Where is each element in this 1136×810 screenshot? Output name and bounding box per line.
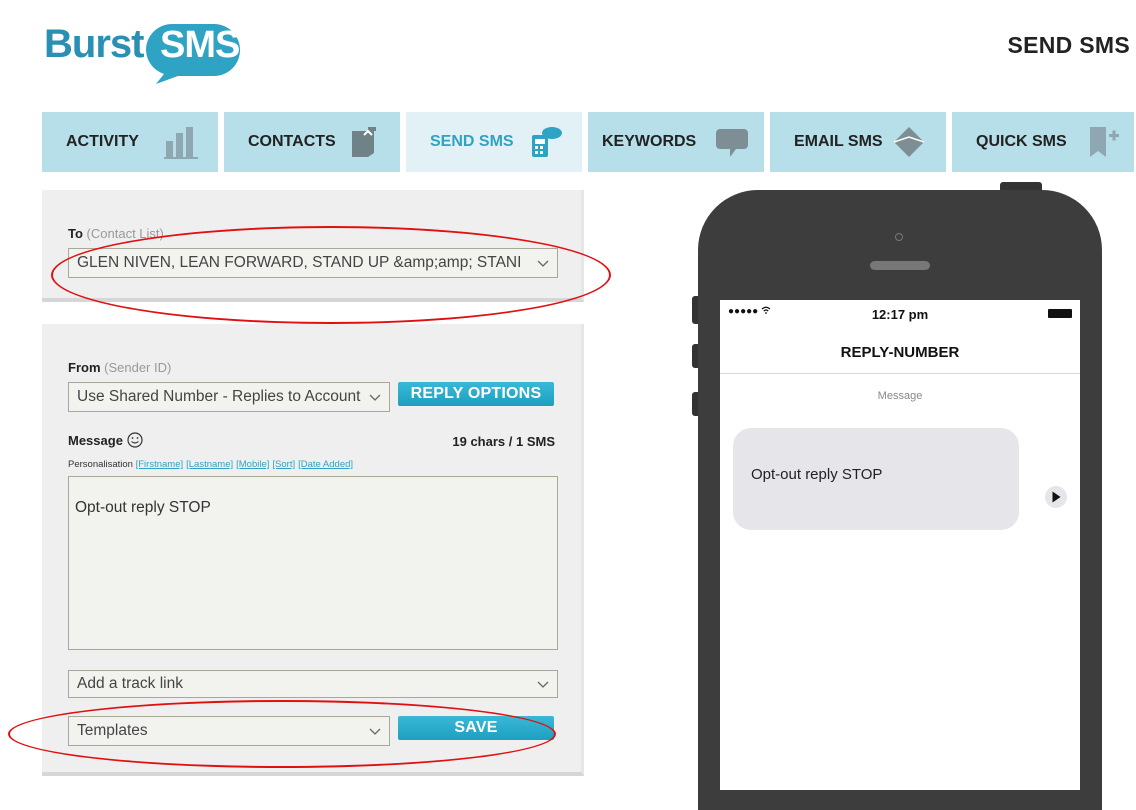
sender-id-value: Use Shared Number - Replies to Account: [77, 388, 361, 405]
contact-list-value: GLEN NIVEN, LEAN FORWARD, STAND UP &amp;…: [77, 254, 522, 271]
send-sms-phone-icon: [532, 127, 562, 157]
logo-burst-text: Burst: [44, 22, 144, 66]
message-text: Opt-out reply STOP: [75, 499, 211, 516]
bar-chart-icon: [164, 127, 198, 159]
personalisation-link-firstname[interactable]: [Firstname]: [136, 459, 184, 470]
tab-quick-sms-label: QUICK SMS: [976, 133, 1067, 150]
tab-contacts-label: CONTACTS: [248, 133, 336, 150]
personalisation-row: Personalisation [Firstname] [Lastname] [Mo…: [68, 459, 356, 470]
play-icon[interactable]: [1043, 484, 1069, 510]
quick-add-icon: [1090, 127, 1119, 157]
message-label: Message: [68, 432, 143, 448]
track-link-select[interactable]: Add a track link: [68, 670, 558, 698]
from-label: From (Sender ID): [68, 360, 171, 375]
header-divider: [720, 373, 1080, 374]
bubble-text: Opt-out reply STOP: [751, 466, 883, 483]
from-sublabel: (Sender ID): [104, 360, 172, 375]
to-label-text: To: [68, 226, 83, 241]
burst-sms-logo[interactable]: Burst SMS: [44, 18, 244, 84]
main-nav: ACTIVITY CONTACTS SEND SMS KEYWORDS EMAI…: [42, 112, 1134, 172]
battery-icon: [1048, 309, 1072, 318]
phone-speaker: [870, 261, 930, 270]
tab-send-sms-label: SEND SMS: [430, 133, 514, 150]
tab-quick-sms[interactable]: QUICK SMS: [952, 112, 1134, 172]
char-count: 19 chars / 1 SMS: [452, 434, 555, 449]
personalisation-link-date-added[interactable]: [Date Added]: [298, 459, 353, 470]
envelope-icon: [893, 127, 925, 157]
track-link-placeholder: Add a track link: [77, 675, 183, 692]
phone-screen: ●●●●● 12:17 pm REPLY-NUMBER Message: [720, 300, 1080, 790]
message-bubble: Opt-out reply STOP: [733, 428, 1019, 530]
status-time: 12:17 pm: [871, 307, 929, 322]
page-title: SEND SMS: [1007, 32, 1130, 58]
personalisation-label: Personalisation: [68, 459, 133, 470]
tab-send-sms[interactable]: SEND SMS: [406, 112, 582, 172]
emoji-smiley-icon[interactable]: [127, 432, 143, 448]
tab-keywords[interactable]: KEYWORDS: [588, 112, 764, 172]
message-textarea[interactable]: Opt-out reply STOP: [68, 476, 558, 650]
to-panel: To (Contact List) GLEN NIVEN, LEAN FORWA…: [42, 190, 584, 302]
from-label-text: From: [68, 360, 101, 375]
chevron-down-icon: [369, 394, 381, 401]
sender-id-select[interactable]: Use Shared Number - Replies to Account: [68, 382, 390, 412]
compose-panel: From (Sender ID) Use Shared Number - Rep…: [42, 324, 584, 776]
tab-activity[interactable]: ACTIVITY: [42, 112, 218, 172]
contact-list-select[interactable]: GLEN NIVEN, LEAN FORWARD, STAND UP &amp;…: [68, 248, 558, 278]
tab-keywords-label: KEYWORDS: [602, 133, 697, 150]
personalisation-link-sort[interactable]: [Sort]: [272, 459, 295, 470]
tab-activity-label: ACTIVITY: [66, 133, 139, 150]
speech-bubble-icon: [716, 129, 748, 157]
templates-select[interactable]: Templates: [68, 716, 390, 746]
to-sublabel: (Contact List): [86, 226, 164, 241]
chevron-down-icon: [537, 681, 549, 688]
contacts-book-icon: [352, 127, 376, 157]
reply-options-button[interactable]: REPLY OPTIONS: [398, 382, 554, 406]
tab-contacts[interactable]: CONTACTS: [224, 112, 400, 172]
logo-sms-text: SMS: [160, 24, 240, 66]
chevron-down-icon: [537, 260, 549, 267]
to-label: To (Contact List): [68, 226, 164, 241]
templates-value: Templates: [77, 722, 148, 739]
tab-email-sms-label: EMAIL SMS: [794, 133, 883, 150]
phone-camera: [895, 233, 903, 241]
personalisation-link-lastname[interactable]: [Lastname]: [186, 459, 233, 470]
contact-name: REPLY-NUMBER: [840, 344, 960, 361]
message-label-text: Message: [68, 432, 123, 448]
personalisation-link-mobile[interactable]: [Mobile]: [236, 459, 269, 470]
message-header: Message: [877, 390, 923, 402]
save-button[interactable]: SAVE: [398, 716, 554, 740]
tab-email-sms[interactable]: EMAIL SMS: [770, 112, 946, 172]
chevron-down-icon: [369, 728, 381, 735]
